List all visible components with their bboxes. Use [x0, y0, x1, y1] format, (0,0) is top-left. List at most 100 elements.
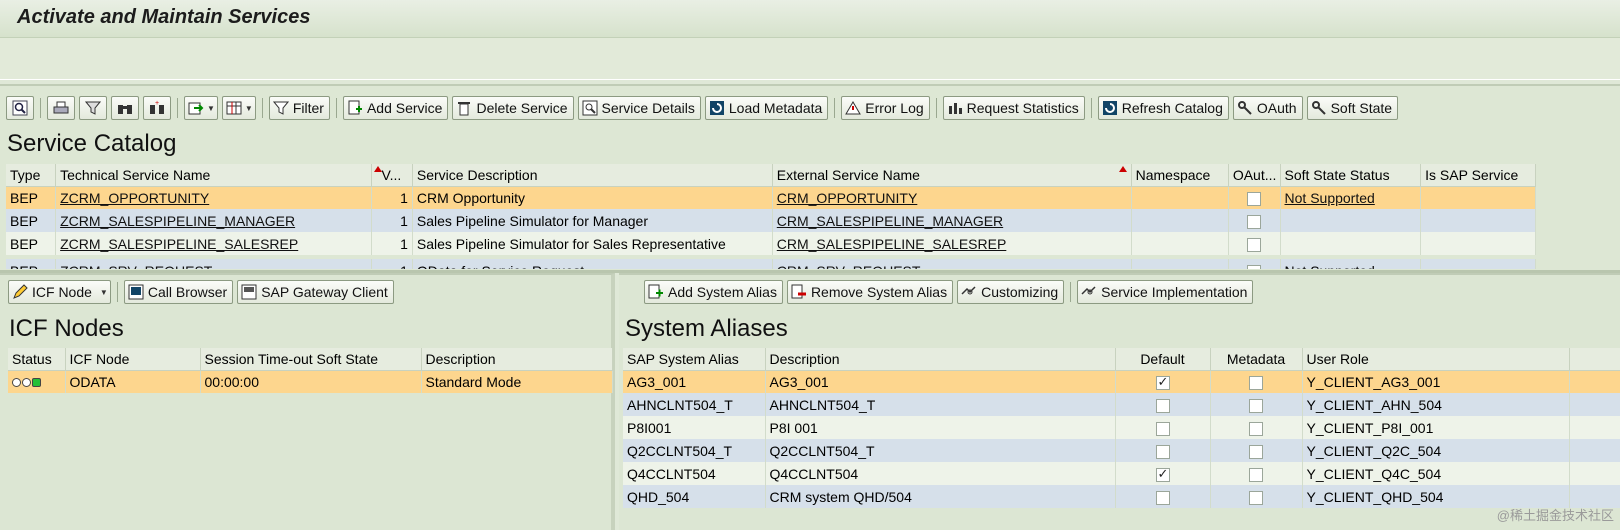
filter-set-button[interactable]	[79, 96, 107, 120]
cell-technical-name-link[interactable]: ZCRM_SRV_REQUEST	[55, 259, 372, 269]
table-row[interactable]: BEP ZCRM_OPPORTUNITY 1 CRM Opportunity C…	[6, 186, 1536, 209]
page-title: Activate and Maintain Services	[17, 6, 311, 28]
service-catalog-title: Service Catalog	[7, 130, 177, 157]
default-checkbox[interactable]	[1155, 466, 1170, 482]
add-service-button[interactable]: Add Service	[342, 96, 449, 120]
service-implementation-label: Service Implementation	[1101, 284, 1248, 300]
table-row[interactable]: QHD_504 CRM system QHD/504 Y_CLIENT_QHD_…	[623, 485, 1620, 508]
col-default[interactable]: Default	[1115, 348, 1211, 371]
find-next-button[interactable]: +	[143, 96, 171, 120]
table-row[interactable]: P8I001 P8I 001 Y_CLIENT_P8I_001	[623, 416, 1620, 439]
table-row[interactable]: BEP ZCRM_SRV_REQUEST 1 OData for Service…	[6, 259, 1536, 269]
metadata-checkbox[interactable]	[1249, 421, 1263, 436]
metadata-checkbox[interactable]	[1249, 490, 1263, 505]
default-checkbox[interactable]	[1155, 444, 1170, 459]
metadata-checkbox[interactable]	[1249, 467, 1263, 482]
cell-external-name-link[interactable]: CRM_SRV_REQUEST	[772, 259, 1132, 269]
default-checkbox[interactable]	[1155, 490, 1170, 505]
load-metadata-label: Load Metadata	[728, 100, 823, 116]
table-row[interactable]: AG3_001 AG3_001 Y_CLIENT_AG3_001	[623, 370, 1620, 393]
delete-service-button[interactable]: Delete Service	[452, 96, 574, 120]
cell-is-sap-service	[1420, 259, 1536, 269]
cell-description: Standard Mode	[421, 370, 613, 393]
cell-soft-state-link[interactable]: Not Supported	[1280, 186, 1422, 209]
customizing-button[interactable]: Customizing	[957, 280, 1065, 304]
cell-technical-name-link[interactable]: ZCRM_SALESPIPELINE_SALESREP	[55, 232, 372, 255]
col-soft-state-status[interactable]: Soft State Status	[1280, 164, 1422, 187]
refresh-catalog-button[interactable]: Refresh Catalog	[1097, 96, 1229, 120]
cell-external-name-link[interactable]: CRM_SALESPIPELINE_MANAGER	[772, 209, 1132, 232]
col-metadata[interactable]: Metadata	[1210, 348, 1303, 371]
table-row[interactable]: AHNCLNT504_T AHNCLNT504_T Y_CLIENT_AHN_5…	[623, 393, 1620, 416]
service-details-button[interactable]: Service Details	[577, 96, 701, 120]
cell-default	[1115, 462, 1211, 485]
default-checkbox[interactable]	[1155, 374, 1170, 390]
table-row[interactable]: BEP ZCRM_SALESPIPELINE_SALESREP 1 Sales …	[6, 232, 1536, 255]
add-system-alias-button[interactable]: Add System Alias	[644, 280, 783, 304]
error-log-button[interactable]: Error Log	[841, 96, 930, 120]
cell-metadata	[1210, 416, 1303, 439]
metadata-checkbox[interactable]	[1249, 398, 1263, 413]
col-session-timeout[interactable]: Session Time-out Soft State	[200, 348, 422, 371]
col-description[interactable]: Description	[421, 348, 613, 371]
load-metadata-button[interactable]: Load Metadata	[704, 96, 829, 120]
col-service-description[interactable]: Service Description	[412, 164, 773, 187]
remove-system-alias-button[interactable]: Remove System Alias	[786, 280, 954, 304]
traffic-light-icon	[12, 377, 41, 387]
cell-technical-name-link[interactable]: ZCRM_SALESPIPELINE_MANAGER	[55, 209, 372, 232]
cell-technical-name-link[interactable]: ZCRM_OPPORTUNITY	[55, 186, 372, 209]
col-version[interactable]: V...	[371, 164, 413, 187]
export-icon	[188, 100, 204, 116]
oauth-checkbox[interactable]	[1247, 237, 1262, 252]
oauth-checkbox[interactable]	[1247, 264, 1262, 269]
col-namespace[interactable]: Namespace	[1131, 164, 1229, 187]
title-bar: Activate and Maintain Services	[0, 0, 1620, 38]
request-statistics-button[interactable]: Request Statistics	[942, 96, 1085, 120]
service-implementation-button[interactable]: Service Implementation	[1077, 280, 1254, 304]
metadata-checkbox[interactable]	[1249, 444, 1263, 459]
layout-dropdown[interactable]: ▼	[221, 96, 256, 120]
add-row-icon	[648, 284, 664, 300]
funnel-icon	[272, 100, 289, 116]
table-row[interactable]: BEP ZCRM_SALESPIPELINE_MANAGER 1 Sales P…	[6, 209, 1536, 232]
cell-filler	[1569, 393, 1620, 416]
oauth-button[interactable]: OAuth	[1232, 96, 1303, 120]
call-browser-button[interactable]: Call Browser	[123, 280, 234, 304]
default-checkbox[interactable]	[1155, 398, 1170, 413]
col-technical-service-name[interactable]: Technical Service Name	[55, 164, 372, 187]
details-button[interactable]	[6, 96, 34, 120]
metadata-checkbox[interactable]	[1249, 375, 1263, 390]
cell-external-name-link[interactable]: CRM_OPPORTUNITY	[772, 186, 1132, 209]
soft-state-button[interactable]: Soft State	[1306, 96, 1399, 120]
table-row[interactable]: Q2CCLNT504_T Q2CCLNT504_T Y_CLIENT_Q2C_5…	[623, 439, 1620, 462]
cell-status	[8, 370, 66, 393]
col-sap-system-alias[interactable]: SAP System Alias	[623, 348, 766, 371]
col-is-sap-service[interactable]: Is SAP Service	[1420, 164, 1536, 187]
default-checkbox[interactable]	[1155, 421, 1170, 436]
table-row[interactable]: Q4CCLNT504 Q4CCLNT504 Y_CLIENT_Q4C_504	[623, 462, 1620, 485]
print-button[interactable]	[47, 96, 75, 120]
oauth-checkbox[interactable]	[1247, 214, 1262, 229]
soft-state-label: Soft State	[1330, 100, 1393, 116]
table-row[interactable]: ODATA 00:00:00 Standard Mode	[8, 370, 613, 393]
filter-button[interactable]: Filter	[268, 96, 330, 120]
cell-filler	[1569, 416, 1620, 439]
sort-ascending-icon	[373, 166, 382, 172]
col-description[interactable]: Description	[765, 348, 1116, 371]
export-dropdown[interactable]: ▼	[184, 96, 218, 120]
col-user-role[interactable]: User Role	[1302, 348, 1570, 371]
oauth-checkbox[interactable]	[1247, 191, 1262, 206]
col-status[interactable]: Status	[8, 348, 66, 371]
refresh-metadata-icon	[709, 100, 725, 116]
cell-external-name-link[interactable]: CRM_SALESPIPELINE_SALESREP	[772, 232, 1132, 255]
col-icf-node[interactable]: ICF Node	[65, 348, 201, 371]
col-oauth[interactable]: OAut...	[1228, 164, 1281, 187]
col-external-service-name[interactable]: External Service Name	[772, 164, 1132, 187]
find-button[interactable]	[111, 96, 139, 120]
cell-alias: P8I001	[623, 416, 766, 439]
funnel-icon	[85, 100, 101, 116]
icf-node-dropdown[interactable]: ICF Node ▼	[8, 280, 111, 304]
cell-default	[1115, 370, 1211, 393]
sap-gateway-client-button[interactable]: SAP Gateway Client	[237, 280, 394, 304]
col-type[interactable]: Type	[6, 164, 57, 187]
